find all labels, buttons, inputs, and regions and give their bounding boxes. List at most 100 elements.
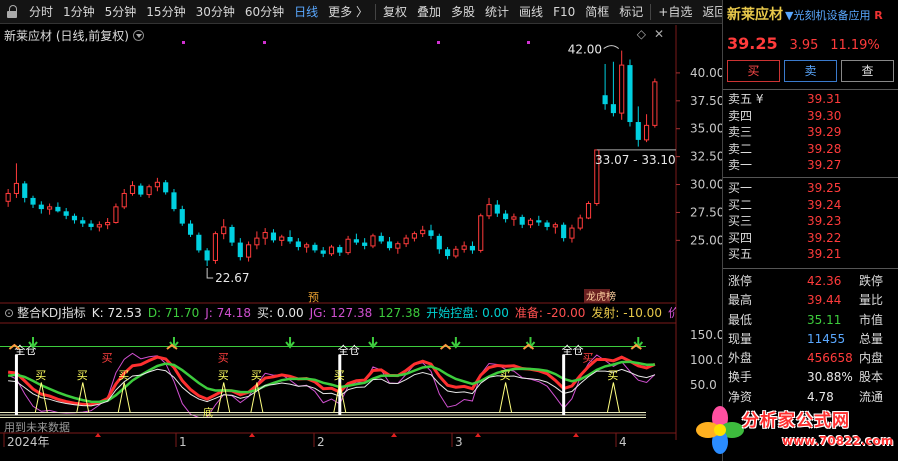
stat-value: 11455 bbox=[807, 331, 846, 346]
candle-body bbox=[378, 235, 384, 242]
toolbar-item-10[interactable]: 多股 bbox=[446, 0, 480, 24]
candle-body bbox=[478, 215, 484, 251]
toolbar-item-1[interactable]: 1分钟 bbox=[58, 0, 100, 24]
indicator-settings-icon[interactable]: ⊙ bbox=[4, 306, 14, 320]
candle-body bbox=[345, 238, 351, 254]
candle-body bbox=[5, 192, 11, 202]
toolbar-item-3[interactable]: 15分钟 bbox=[141, 0, 190, 24]
stat-label: 涨停 bbox=[728, 274, 753, 288]
bid-book: 买一 39.25 买二 39.24 买三 39.23 买四 39.22 买五 39.21 bbox=[723, 180, 898, 263]
asks-label: 卖二 bbox=[728, 141, 753, 156]
chevron-down-icon[interactable] bbox=[133, 30, 144, 41]
event-mark-forecast[interactable]: 预 bbox=[308, 291, 319, 304]
candle-body bbox=[386, 241, 393, 249]
stat-value: 42.36 bbox=[807, 274, 842, 288]
watermark-url: www.70822.com bbox=[782, 434, 894, 448]
kline-chart[interactable]: 40.00 37.50 35.00 32.50 30.00 27.50 25.00 42.00… bbox=[0, 25, 722, 461]
candle-body bbox=[179, 209, 185, 224]
bids-price: 39.25 bbox=[807, 181, 842, 195]
buy-button[interactable]: 买 bbox=[727, 60, 780, 82]
toolbar-item-6[interactable]: 日线 bbox=[289, 0, 323, 24]
stat-label: 最高 bbox=[728, 293, 753, 308]
top-marker bbox=[437, 41, 440, 44]
candle-body bbox=[428, 230, 434, 236]
sell-button[interactable]: 卖 bbox=[784, 60, 837, 82]
low-label: 22.67 bbox=[215, 271, 249, 285]
candle-body bbox=[610, 104, 616, 114]
asks-row: 卖一 39.27 bbox=[723, 157, 898, 174]
toolbar-item-0[interactable]: 分时 bbox=[24, 0, 58, 24]
toolbar-item-15[interactable]: 标记 bbox=[614, 0, 648, 24]
industry-tag[interactable]: ▼光刻机设备应用 bbox=[785, 9, 870, 22]
toolbar-item-5[interactable]: 60分钟 bbox=[240, 0, 289, 24]
indicator-name[interactable]: 整合KDJ指标 bbox=[17, 306, 86, 320]
signal-triangle bbox=[76, 382, 90, 413]
top-marker bbox=[182, 41, 185, 44]
toolbar-separator bbox=[374, 3, 376, 20]
toolbar-separator bbox=[650, 3, 652, 20]
last-price: 39.25 bbox=[727, 34, 778, 53]
toolbar-item-14[interactable]: 简框 bbox=[580, 0, 614, 24]
candle-body bbox=[262, 232, 268, 239]
stat-label: 换手 bbox=[728, 370, 753, 385]
candle-body bbox=[154, 181, 160, 188]
all-in-label: 全仓 bbox=[562, 343, 584, 357]
candle-body bbox=[461, 245, 467, 250]
candle-body bbox=[643, 124, 650, 141]
y-tick-label: 32.50 bbox=[690, 150, 722, 164]
quote-panel: 新莱应材 ▼光刻机设备应用 R 39.25 3.95 11.19% 买 卖 查 卖… bbox=[722, 0, 898, 461]
stats-table: 涨停 42.36 跌停 最高 39.44 量比 最低 35.11 市值 现量 11455 总量 外盘 45… bbox=[723, 272, 898, 407]
query-button[interactable]: 查 bbox=[841, 60, 894, 82]
stat-label: 外盘 bbox=[728, 351, 753, 366]
event-triangle-icon bbox=[249, 433, 255, 437]
toolbar-item-2[interactable]: 5分钟 bbox=[100, 0, 142, 24]
x-tick-label: 2024年 bbox=[7, 435, 50, 449]
stats-row: 现量 11455 总量 bbox=[723, 330, 898, 349]
toolbar-item-11[interactable]: 统计 bbox=[480, 0, 514, 24]
candle-body bbox=[652, 81, 658, 126]
candle-body bbox=[436, 235, 442, 250]
toolbar-item-13[interactable]: F10 bbox=[548, 0, 580, 24]
stock-marker: R bbox=[874, 9, 883, 22]
bids-label: 买一 bbox=[728, 181, 753, 195]
toolbar-item-7[interactable]: 更多 〉 bbox=[323, 0, 373, 24]
buy-signal-label: 买 bbox=[251, 369, 262, 382]
close-icon[interactable]: ✕ bbox=[654, 27, 664, 41]
sell-arrow-icon bbox=[285, 337, 295, 349]
indicator-field-2: J: 74.18 bbox=[205, 306, 252, 320]
high-label: 42.00 bbox=[568, 43, 602, 57]
chart-area[interactable]: 40.00 37.50 35.00 32.50 30.00 27.50 25.00 42.00… bbox=[0, 25, 722, 461]
lock-icon[interactable] bbox=[6, 4, 20, 19]
candle-body bbox=[552, 224, 558, 228]
candle-body bbox=[38, 204, 44, 210]
toolbar-item-9[interactable]: 叠加 bbox=[412, 0, 446, 24]
asks-label: 卖三 bbox=[728, 125, 753, 140]
toolbar-item-8[interactable]: 复权 bbox=[378, 0, 412, 24]
candle-body bbox=[536, 220, 542, 223]
signal-triangle bbox=[217, 382, 231, 413]
toolbar-item-4[interactable]: 30分钟 bbox=[191, 0, 240, 24]
candle-body bbox=[146, 186, 152, 196]
toolbar-item-12[interactable]: 画线 bbox=[514, 0, 548, 24]
future-data-note: 用到未来数据 bbox=[4, 420, 70, 434]
asks-price: 39.27 bbox=[807, 158, 842, 173]
candle-body bbox=[163, 182, 169, 193]
diamond-icon[interactable]: ◇ bbox=[637, 27, 646, 41]
stat-value: 456658 bbox=[807, 351, 853, 366]
candle-body bbox=[96, 224, 102, 228]
stat-value: 39.44 bbox=[807, 293, 842, 308]
candle-body bbox=[121, 192, 127, 208]
top-marker bbox=[527, 41, 530, 44]
bids-row: 买五 39.21 bbox=[723, 246, 898, 263]
indicator-field-4: JG: 127.38 bbox=[309, 306, 373, 320]
divider bbox=[723, 268, 898, 269]
candle-body bbox=[362, 242, 368, 246]
toolbar-item-16[interactable]: +自选 bbox=[653, 0, 697, 24]
candle-body bbox=[619, 64, 625, 114]
indicator-field-3: 买: 0.00 bbox=[257, 306, 304, 320]
bids-label: 买二 bbox=[728, 197, 753, 212]
buy-signal-label: 买 bbox=[607, 369, 618, 382]
event-mark-lhb[interactable]: 龙虎榜 bbox=[586, 290, 616, 303]
sell-arrow-icon bbox=[368, 337, 378, 349]
candle-body bbox=[519, 216, 525, 225]
